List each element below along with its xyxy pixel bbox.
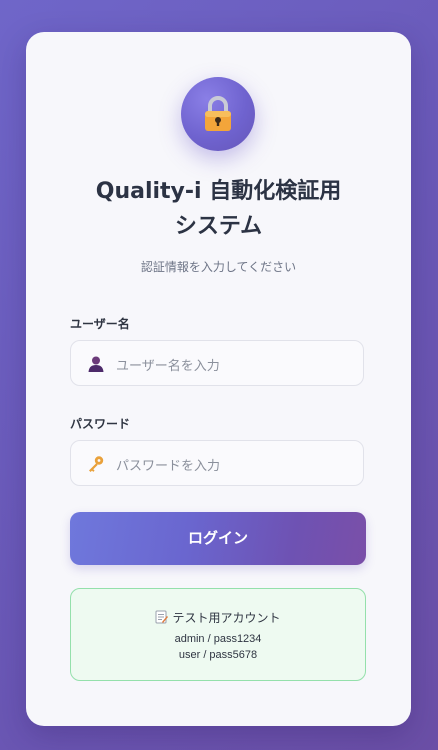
password-field[interactable]: パスワードを入力 (70, 440, 364, 486)
lock-logo (181, 77, 255, 151)
memo-icon (155, 610, 169, 624)
test-account-admin: admin / pass1234 (174, 633, 262, 645)
key-icon (89, 456, 104, 472)
page-title: Quality-i 自動化検証用 システム (46, 174, 391, 244)
page-title-line2: システム (174, 214, 263, 239)
login-card: Quality-i 自動化検証用 システム 認証情報を入力してください ユーザー… (26, 32, 411, 726)
login-button[interactable]: ログイン (70, 512, 366, 565)
username-field[interactable]: ユーザー名を入力 (70, 340, 364, 386)
password-label: パスワード (70, 417, 131, 431)
lock-icon (205, 96, 231, 131)
page-subtitle: 認証情報を入力してください (140, 260, 297, 274)
test-account-user: user / pass5678 (178, 649, 258, 661)
test-accounts-header: テスト用アカウント (71, 609, 365, 626)
password-placeholder: パスワードを入力 (116, 459, 221, 474)
username-label: ユーザー名 (70, 317, 130, 331)
username-placeholder: ユーザー名を入力 (116, 359, 220, 374)
test-accounts-box: テスト用アカウント admin / pass1234 user / pass56… (70, 588, 366, 681)
test-accounts-title: テスト用アカウント (172, 611, 281, 625)
user-icon (88, 356, 104, 372)
page-title-line1: Quality-i 自動化検証用 (95, 179, 342, 204)
